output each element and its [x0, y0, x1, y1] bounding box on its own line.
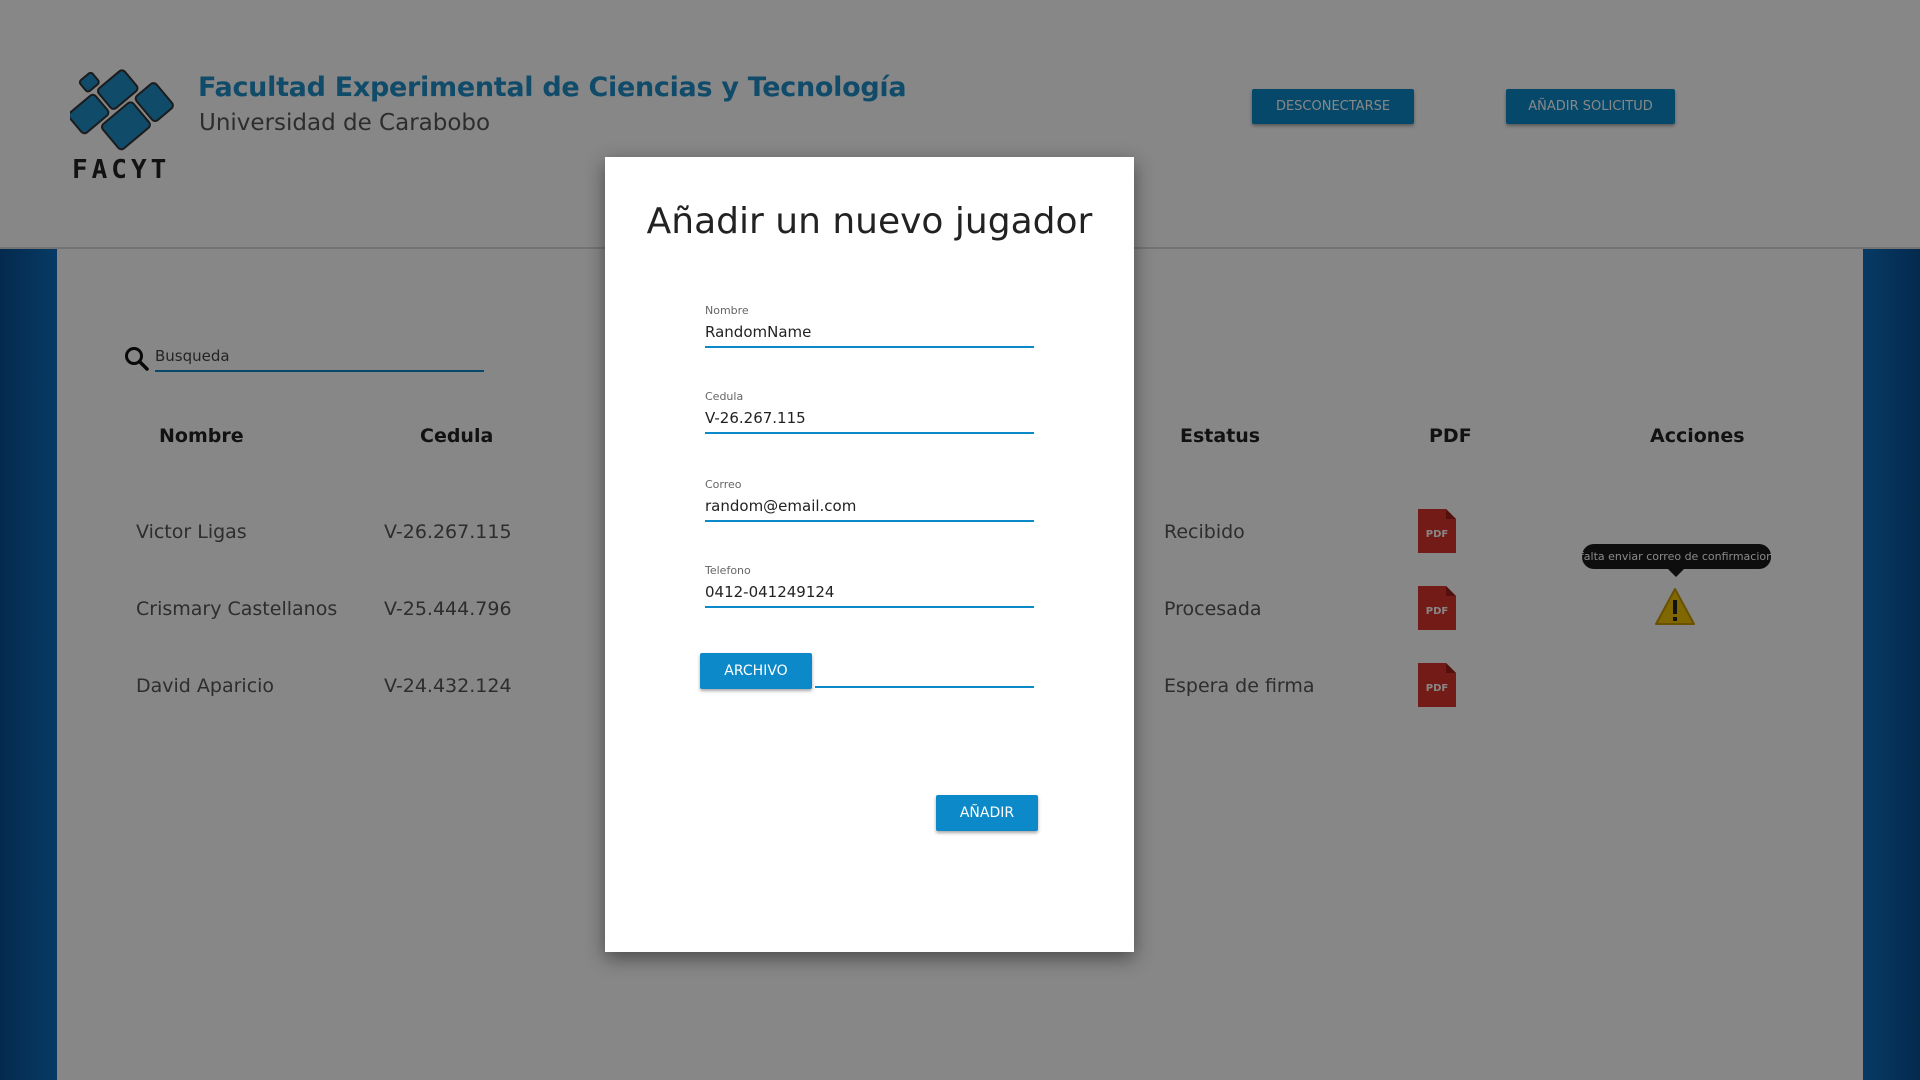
telefono-label: Telefono	[705, 564, 751, 577]
add-player-modal: Añadir un nuevo jugador Nombre Cedula Co…	[605, 157, 1134, 952]
add-button[interactable]: AÑADIR	[936, 795, 1038, 831]
file-name-field[interactable]	[815, 686, 1034, 688]
cedula-label: Cedula	[705, 390, 744, 403]
nombre-label: Nombre	[705, 304, 749, 317]
file-upload-button[interactable]: ARCHIVO	[700, 653, 812, 689]
correo-label: Correo	[705, 478, 742, 491]
nombre-field: Nombre	[705, 304, 1034, 350]
correo-input[interactable]	[705, 492, 1034, 522]
modal-title: Añadir un nuevo jugador	[646, 201, 1093, 242]
cedula-field: Cedula	[705, 390, 1034, 436]
nombre-input[interactable]	[705, 318, 1034, 348]
cedula-input[interactable]	[705, 404, 1034, 434]
telefono-input[interactable]	[705, 578, 1034, 608]
correo-field: Correo	[705, 478, 1034, 524]
telefono-field: Telefono	[705, 564, 1034, 610]
